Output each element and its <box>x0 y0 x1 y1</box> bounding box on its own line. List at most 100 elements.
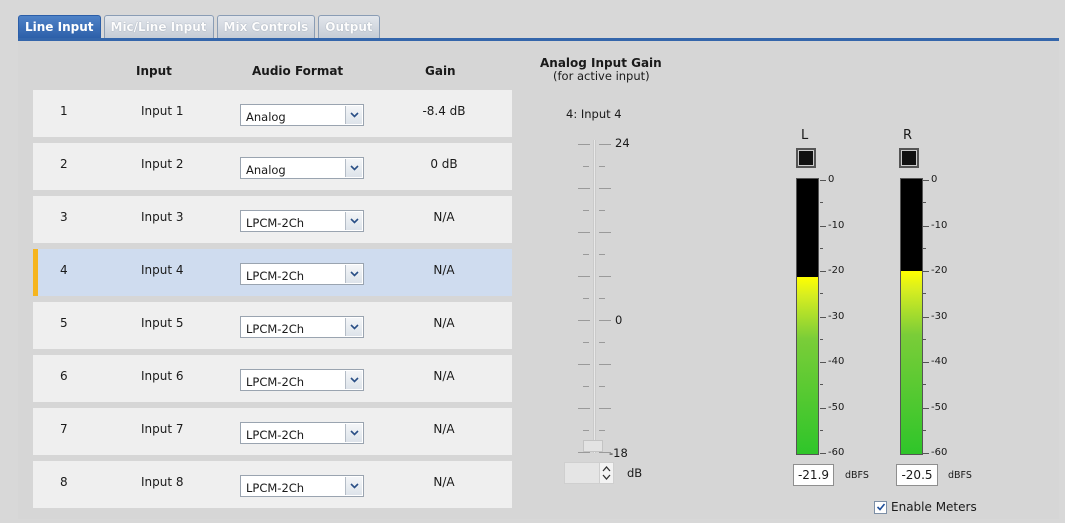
meter-left-label: L <box>801 128 809 143</box>
chevron-down-icon[interactable] <box>345 159 362 177</box>
chevron-down-icon[interactable] <box>345 212 362 230</box>
row-number: 4 <box>60 263 68 277</box>
row-input-name: Input 3 <box>141 210 184 224</box>
table-row[interactable]: 3 Input 3 LPCM-2Ch N/A <box>33 196 512 243</box>
table-row[interactable]: 6 Input 6 LPCM-2Ch N/A <box>33 355 512 402</box>
audio-format-select[interactable]: LPCM-2Ch <box>240 475 364 497</box>
chevron-down-icon[interactable] <box>345 477 362 495</box>
row-gain: N/A <box>433 422 455 436</box>
meter-scale-tick <box>820 453 826 454</box>
meter-scale-tick <box>923 225 929 227</box>
tab-output[interactable]: Output <box>318 15 380 39</box>
row-gain: N/A <box>433 316 455 330</box>
slider-tick <box>599 342 605 343</box>
meter-scale-tick <box>820 225 826 227</box>
meter-scale-tick <box>820 316 826 318</box>
clip-indicator-right[interactable] <box>899 148 919 168</box>
meter-minor-tick <box>923 247 926 249</box>
gain-spinner[interactable] <box>599 463 613 483</box>
row-number: 5 <box>60 316 68 330</box>
gain-scale-top: 24 <box>615 136 630 150</box>
row-gain: N/A <box>433 263 455 277</box>
meter-minor-tick <box>820 293 823 294</box>
meter-scale-tick <box>923 271 929 272</box>
audio-format-select[interactable]: LPCM-2Ch <box>240 369 364 391</box>
row-input-name: Input 4 <box>141 263 184 277</box>
slider-tick <box>599 254 605 255</box>
meter-scale-label: -40 <box>931 356 948 367</box>
chevron-down-icon[interactable] <box>345 371 362 389</box>
meter-unit-right: dBFS <box>948 470 972 481</box>
tab-mix-controls[interactable]: Mix Controls <box>216 15 316 39</box>
enable-meters-checkbox[interactable] <box>874 500 887 514</box>
analog-gain-title: Analog Input Gain <box>540 56 662 70</box>
audio-format-select[interactable]: LPCM-2Ch <box>240 210 364 232</box>
table-row[interactable]: 7 Input 7 LPCM-2Ch N/A <box>33 408 512 455</box>
audio-format-select[interactable]: LPCM-2Ch <box>240 263 364 285</box>
gain-slider-thumb[interactable] <box>583 440 603 452</box>
meter-minor-tick <box>820 384 823 385</box>
meter-scale-label: -60 <box>828 447 845 458</box>
checkmark-icon <box>876 503 885 511</box>
table-row[interactable]: 2 Input 2 Analog 0 dB <box>33 143 512 190</box>
slider-tick <box>599 188 611 189</box>
meter-minor-tick <box>923 338 926 340</box>
meter-minor-tick <box>923 293 926 294</box>
slider-tick <box>583 430 589 431</box>
chevron-down-icon[interactable] <box>345 424 362 442</box>
row-input-name: Input 1 <box>141 104 184 118</box>
slider-tick <box>578 452 590 453</box>
chevron-down-icon[interactable] <box>345 318 362 336</box>
slider-tick <box>583 210 589 211</box>
audio-format-select[interactable]: Analog <box>240 104 364 126</box>
level-meter-right <box>900 178 923 455</box>
meter-readout-right: -20.5 <box>896 464 938 486</box>
meter-scale-label: -60 <box>931 447 948 458</box>
audio-format-select[interactable]: Analog <box>240 157 364 179</box>
table-row[interactable]: 5 Input 5 LPCM-2Ch N/A <box>33 302 512 349</box>
slider-tick <box>578 320 590 321</box>
row-gain: -8.4 dB <box>422 104 466 118</box>
meter-readout-left: -21.9 <box>793 464 834 486</box>
audio-format-value: LPCM-2Ch <box>246 375 305 389</box>
slider-tick <box>599 430 605 431</box>
enable-meters-label: Enable Meters <box>891 500 977 514</box>
meter-scale-tick <box>923 362 929 363</box>
slider-tick <box>599 320 611 321</box>
meter-scale-tick <box>923 180 929 181</box>
audio-format-value: LPCM-2Ch <box>246 216 305 230</box>
header-audio-format: Audio Format <box>252 64 344 78</box>
row-number: 7 <box>60 422 68 436</box>
table-row[interactable]: 4 Input 4 LPCM-2Ch N/A <box>33 249 512 296</box>
audio-format-select[interactable]: LPCM-2Ch <box>240 422 364 444</box>
chevron-down-icon[interactable] <box>345 106 362 124</box>
slider-tick <box>599 210 605 211</box>
meter-fill-left <box>797 276 818 454</box>
tab-mic-line-input[interactable]: Mic/Line Input <box>103 15 214 39</box>
active-input-label: 4: Input 4 <box>566 107 622 121</box>
audio-format-select[interactable]: LPCM-2Ch <box>240 316 364 338</box>
table-row[interactable]: 1 Input 1 Analog -8.4 dB <box>33 90 512 137</box>
meter-scale-label: -10 <box>931 219 948 231</box>
slider-tick <box>583 298 589 299</box>
gain-slider-track[interactable] <box>593 140 596 453</box>
row-input-name: Input 7 <box>141 422 184 436</box>
clip-indicator-left[interactable] <box>796 148 816 168</box>
table-row[interactable]: 8 Input 8 LPCM-2Ch N/A <box>33 461 512 508</box>
meter-scale-label: 0 <box>828 174 835 185</box>
meter-scale-label: -50 <box>828 401 845 413</box>
meter-scale-label: -20 <box>828 265 845 276</box>
meter-minor-tick <box>923 429 926 431</box>
meter-scale-tick <box>923 453 929 454</box>
row-input-name: Input 8 <box>141 475 184 489</box>
enable-meters-control[interactable]: Enable Meters <box>874 500 977 514</box>
slider-tick <box>583 254 589 255</box>
slider-tick <box>578 276 590 277</box>
meter-scale-label: 0 <box>931 174 938 185</box>
chevron-down-icon[interactable] <box>345 265 362 283</box>
meter-minor-tick <box>923 202 926 203</box>
meter-right-label: R <box>903 128 913 143</box>
tab-line-input[interactable]: Line Input <box>18 15 101 39</box>
row-gain: N/A <box>433 369 455 383</box>
meter-scale-tick <box>820 407 826 409</box>
